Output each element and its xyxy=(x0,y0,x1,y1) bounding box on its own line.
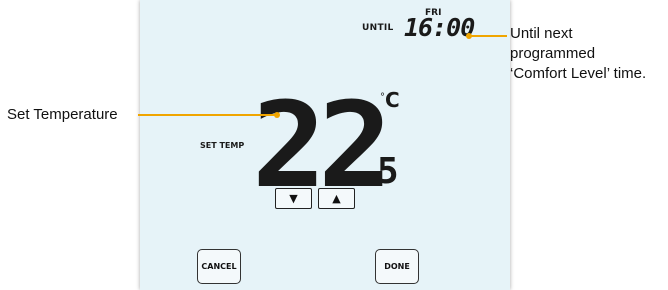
set-temperature-decimal: 5 xyxy=(377,151,399,192)
set-temperature-callout-dot xyxy=(274,112,280,118)
temperature-down-button[interactable]: ▼ xyxy=(275,188,312,209)
done-button-label: DONE xyxy=(384,262,410,271)
set-temp-label: SET TEMP xyxy=(200,141,245,150)
done-button[interactable]: DONE xyxy=(375,249,419,284)
arrow-down-icon: ▼ xyxy=(289,192,298,205)
until-annotation-line-2: programmed xyxy=(510,45,596,62)
until-annotation: Until next programmed ‘Comfort Level’ ti… xyxy=(510,24,646,84)
set-temperature-callout-line xyxy=(138,114,276,116)
set-temperature-annotation: Set Temperature xyxy=(7,106,118,123)
temperature-unit: C xyxy=(385,88,400,112)
cancel-button-label: CANCEL xyxy=(201,262,237,271)
until-callout-line xyxy=(469,35,507,37)
temperature-up-button[interactable]: ▲ xyxy=(318,188,355,209)
set-temperature-value: 22 xyxy=(251,76,393,214)
cancel-button[interactable]: CANCEL xyxy=(197,249,241,284)
until-annotation-line-3: ‘Comfort Level’ time. xyxy=(510,65,647,82)
until-time-display: 16:00 xyxy=(404,13,475,42)
arrow-up-icon: ▲ xyxy=(332,192,341,205)
until-annotation-line-1: Until next xyxy=(510,25,573,42)
decimal-point xyxy=(368,171,374,177)
until-label: UNTIL xyxy=(362,23,394,33)
